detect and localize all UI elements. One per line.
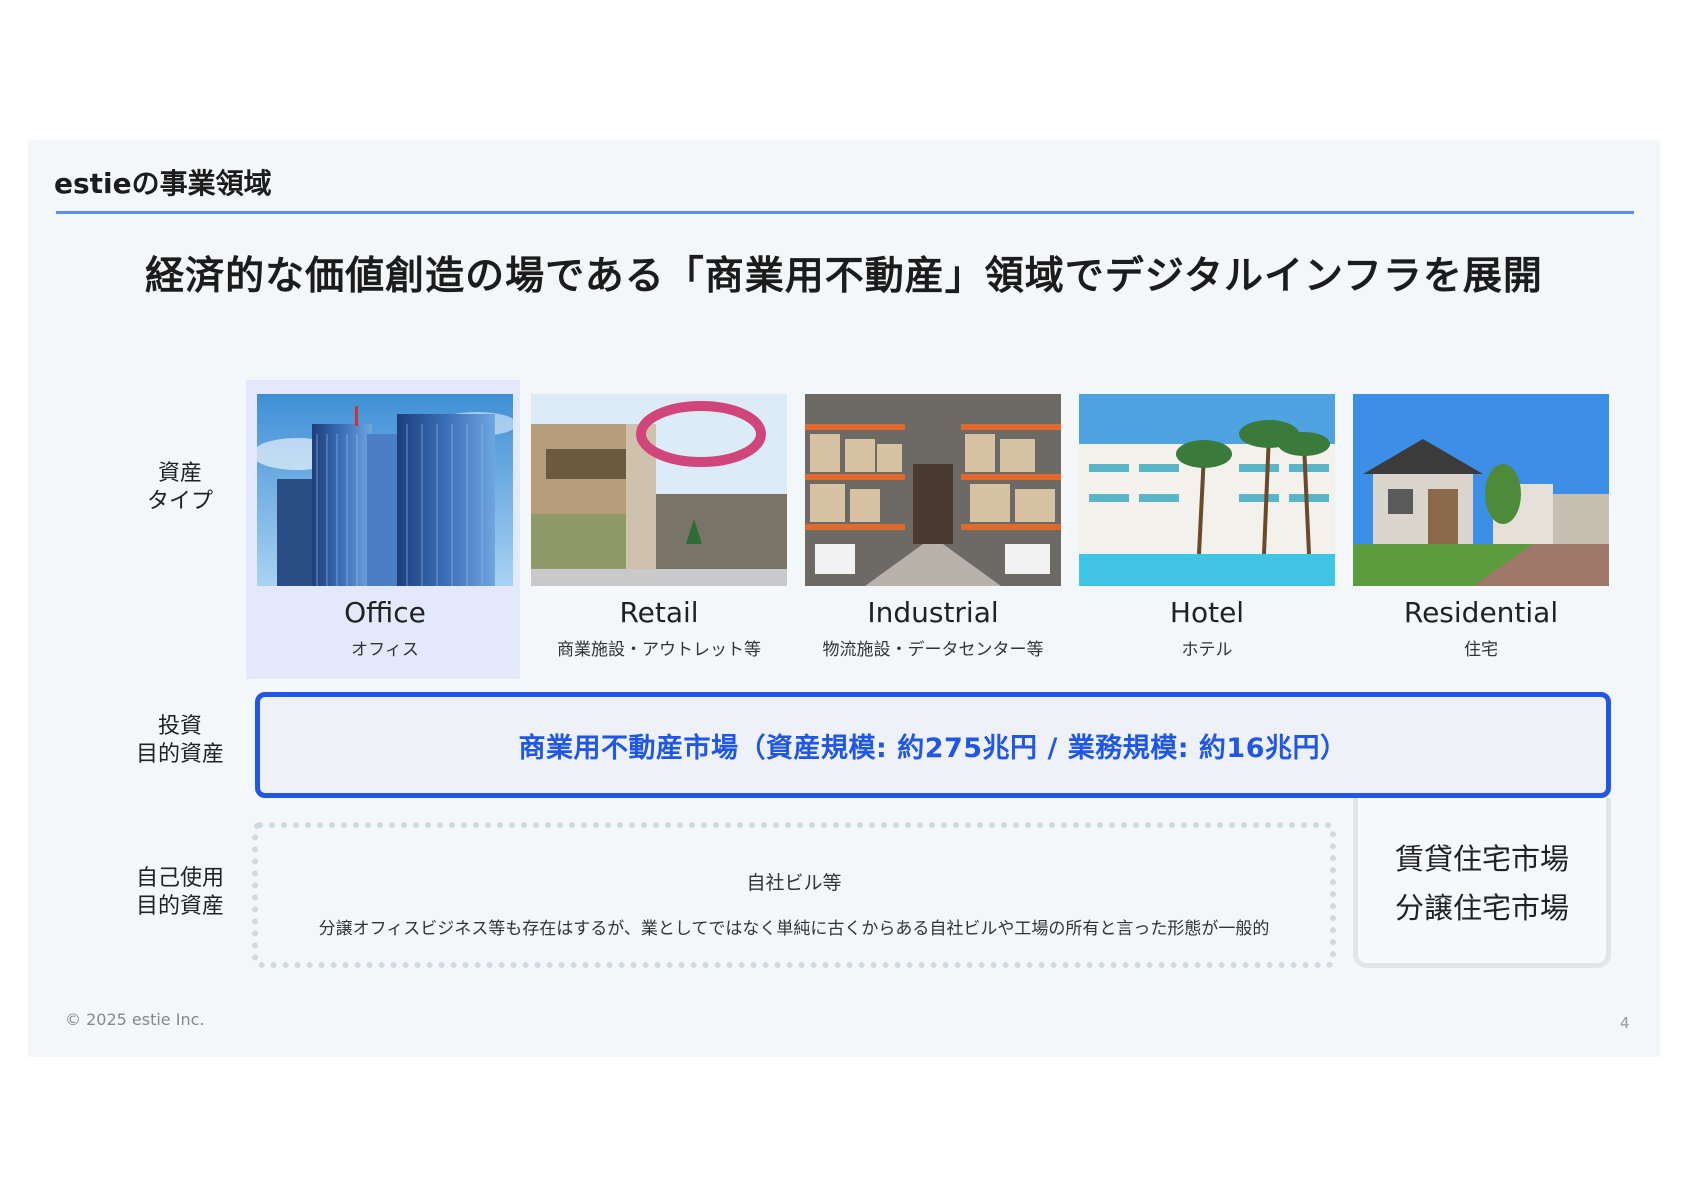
row-label-self-use: 自己使用 目的資産 (90, 865, 270, 921)
retail-outlet-photo (531, 394, 787, 586)
row-label-investment: 投資 目的資産 (90, 713, 270, 769)
row-label-investment-line1: 投資 (157, 714, 202, 739)
row-label-investment-line2: 目的資産 (135, 742, 224, 767)
asset-card-hotel: Hotel ホテル (1079, 394, 1335, 660)
slide-header-title: estieの事業領域 (54, 167, 272, 200)
rental-housing-market-label: 賃貸住宅市場 (1394, 842, 1569, 876)
commercial-real-estate-market-box: 商業用不動産市場（資産規模: 約275兆円 / 業務規模: 約16兆円） (255, 692, 1611, 798)
warehouse-photo (805, 394, 1061, 586)
row-label-asset-type-line1: 資産 (157, 461, 202, 486)
row-label-asset-type: 資産 タイプ (90, 460, 270, 516)
market-size-text: 商業用不動産市場（資産規模: 約275兆円 / 業務規模: 約16兆円） (518, 732, 1348, 764)
asset-card-residential: Residential 住宅 (1353, 394, 1609, 660)
row-label-self-use-line2: 目的資産 (135, 894, 224, 919)
row-label-self-use-line1: 自己使用 (135, 866, 224, 891)
slide: estieの事業領域 経済的な価値創造の場である「商業用不動産」領域でデジタルイ… (28, 140, 1660, 1057)
asset-card-office: Office オフィス (257, 394, 513, 660)
asset-name-residential: Residential (1403, 596, 1559, 629)
self-use-box: 自社ビル等 分譲オフィスビジネス等も存在はするが、業としてではなく単純に古くから… (252, 822, 1336, 968)
header-divider (56, 211, 1634, 214)
asset-sub-retail: 商業施設・アウトレット等 (557, 640, 761, 660)
self-use-title: 自社ビル等 (746, 872, 842, 894)
asset-name-office: Office (344, 596, 426, 629)
asset-name-industrial: Industrial (867, 596, 999, 629)
residential-market-box: 賃貸住宅市場 分譲住宅市場 (1353, 798, 1611, 968)
page-number: 4 (1620, 1014, 1630, 1032)
condo-housing-market-label: 分譲住宅市場 (1394, 891, 1569, 925)
asset-sub-hotel: ホテル (1181, 640, 1233, 660)
asset-card-retail: Retail 商業施設・アウトレット等 (531, 394, 787, 660)
row-label-asset-type-line2: タイプ (146, 489, 213, 514)
hotel-pool-photo (1079, 394, 1335, 586)
self-use-description: 分譲オフィスビジネス等も存在はするが、業としてではなく単純に古くからある自社ビル… (318, 919, 1270, 939)
asset-name-hotel: Hotel (1169, 596, 1245, 629)
copyright: © 2025 estie Inc. (65, 1010, 205, 1029)
asset-card-industrial: Industrial 物流施設・データセンター等 (805, 394, 1061, 660)
slide-headline: 経済的な価値創造の場である「商業用不動産」領域でデジタルインフラを展開 (145, 254, 1543, 299)
residential-house-photo (1353, 394, 1609, 586)
asset-sub-residential: 住宅 (1464, 640, 1498, 660)
asset-name-retail: Retail (619, 596, 699, 629)
asset-sub-industrial: 物流施設・データセンター等 (822, 640, 1044, 660)
office-building-photo (257, 394, 513, 586)
asset-sub-office: オフィス (351, 640, 419, 660)
